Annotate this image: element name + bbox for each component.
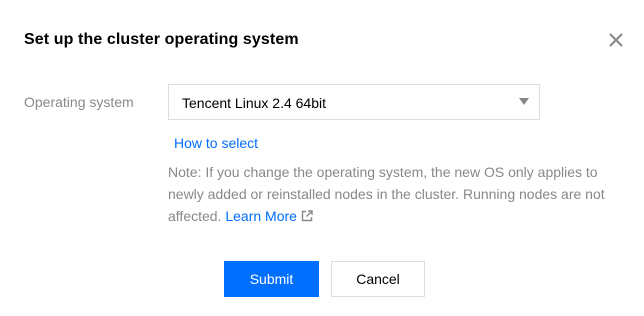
cancel-button[interactable]: Cancel — [331, 261, 425, 297]
caret-down-icon — [519, 98, 529, 105]
learn-more-label: Learn More — [225, 208, 297, 224]
os-setup-dialog: Set up the cluster operating system Oper… — [0, 0, 644, 316]
submit-button[interactable]: Submit — [224, 261, 319, 297]
how-to-select-link[interactable]: How to select — [174, 134, 258, 152]
close-icon — [609, 33, 623, 47]
os-change-note: Note: If you change the operating system… — [168, 161, 608, 227]
dialog-title: Set up the cluster operating system — [24, 31, 299, 48]
close-button[interactable] — [606, 30, 626, 50]
external-link-icon — [301, 210, 313, 222]
os-label: Operating system — [24, 94, 134, 110]
learn-more-link[interactable]: Learn More — [225, 208, 313, 224]
os-select[interactable]: Tencent Linux 2.4 64bit — [168, 84, 540, 120]
os-select-value: Tencent Linux 2.4 64bit — [182, 95, 326, 111]
